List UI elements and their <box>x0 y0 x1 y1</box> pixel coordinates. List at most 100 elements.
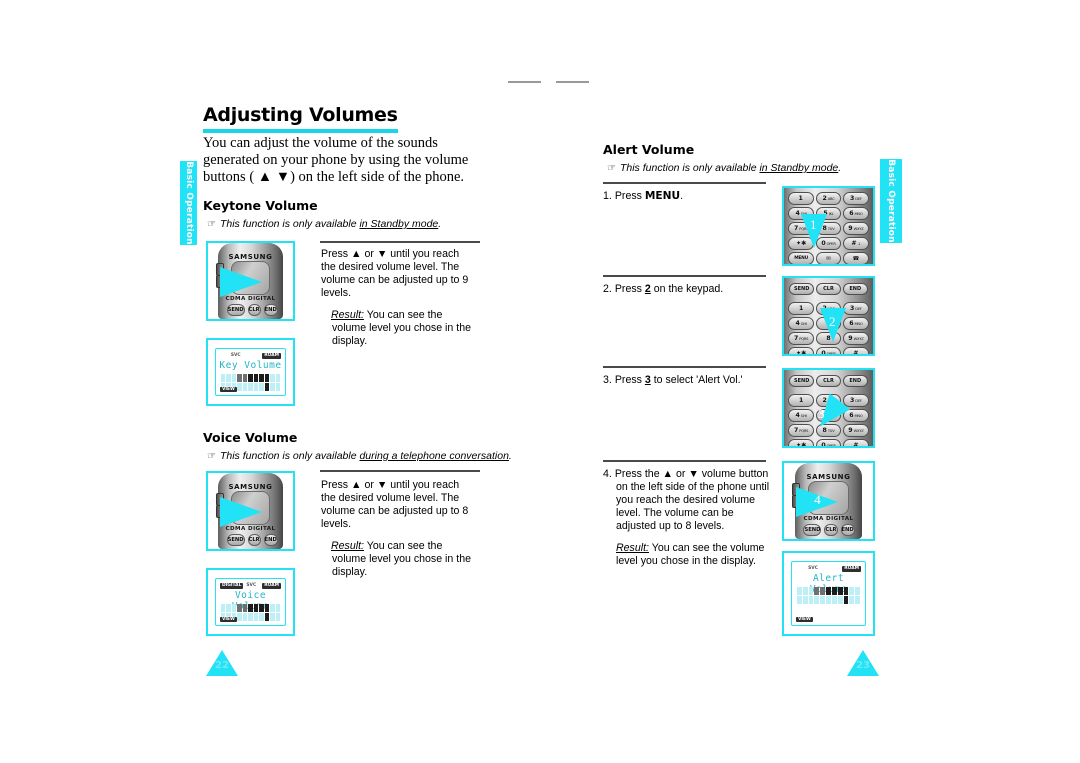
keypad-key-2: 2 ABC <box>815 192 842 205</box>
lcd-status-svc: SVC <box>246 583 257 588</box>
phone-key-send: SEND <box>226 303 245 316</box>
keypad-key-3: 3 DEF <box>843 192 869 205</box>
keypad-key-letters: WXYZ <box>853 226 864 231</box>
lcd-bar-cell <box>275 383 280 391</box>
keypad-key-clr: CLR <box>816 375 841 387</box>
phone-key-clr: CLR <box>247 533 261 546</box>
step-4-number: 4. <box>603 468 612 480</box>
lcd-bar-cell <box>259 383 264 391</box>
keypad-key-letters: DEF <box>855 306 862 311</box>
keypad-key-star: ✦✱ <box>788 347 814 354</box>
figure-step-3-keypad: SEND CLR END 1 2 ABC 3 DEF 4 GHI 5 6 MNO 7 PQ… <box>782 368 875 448</box>
keypad-top-row: SEND CLR END <box>789 283 868 295</box>
lcd-bar-cell <box>231 374 237 382</box>
divider-step-4 <box>603 460 766 462</box>
lcd-bar-cell <box>259 374 264 382</box>
keypad-key-phone: ☎ <box>843 252 869 264</box>
divider-step-1 <box>603 182 766 184</box>
figure-step-2-keypad: SEND CLR END 1 2 ABC 3 DEF 4 GHI 5 6 MNO 7 PQ… <box>782 276 875 356</box>
keypad-key-star: ✦✱ <box>788 439 814 446</box>
side-tab-right: Basic Operation <box>880 159 902 243</box>
keypad-key-digit: 1 <box>798 305 804 312</box>
page-title: Adjusting Volumes <box>203 104 398 133</box>
lcd-bar-cell <box>226 604 231 612</box>
step-2-post: on the keypad. <box>650 283 724 295</box>
phone-key-end: END <box>263 533 278 546</box>
phone-brand: SAMSUNG <box>806 472 851 481</box>
page-number-right-value: 23 <box>856 660 870 671</box>
keypad-key-letters: MNO <box>854 413 863 418</box>
note-keytone-suffix: . <box>438 218 442 230</box>
lcd-bar-cell <box>826 596 831 604</box>
keypad-key-letters: OPER <box>826 351 836 356</box>
keypad-key-letters: OPER <box>826 241 836 246</box>
step-1: 1. Press MENU. <box>603 190 773 203</box>
page-number-left: 22 <box>206 650 238 676</box>
lcd-bar-cell <box>253 613 259 621</box>
keypad-illustration: 1 2 ABC 3 DEF 4 GHI 5 JKL 6 MNO 7 PQRS 8 TUV 9W… <box>784 188 873 264</box>
lcd-bar-cell <box>849 587 855 595</box>
lcd-screen: SVC ROAM Alert Volume VIEW <box>791 561 866 626</box>
lcd-bar-cell <box>264 374 270 382</box>
keypad-key-label: ☎ <box>852 255 860 262</box>
keypad-key-letters: ↓ <box>857 241 861 246</box>
keypad-key-letters: PQRS <box>799 336 809 341</box>
keypad-key-digit: 7 <box>793 335 799 342</box>
note-keytone-underlined: in Standby mode <box>359 218 439 230</box>
lcd-status-bar: DIGITAL SVC ROAM <box>220 582 281 589</box>
intro-paragraph: You can adjust the volume of the sounds … <box>203 135 469 185</box>
lcd-bar-cell <box>808 596 814 604</box>
lcd-bar-cell <box>802 587 808 595</box>
keypad-key-digit: 7 <box>793 427 799 434</box>
keypad-key-digit: 1 <box>798 397 804 404</box>
keypad-key-letters: PQRS <box>799 428 809 433</box>
instruction-keytone-text: Press ▲ or ▼ until you reach the desired… <box>321 248 469 299</box>
keypad-key-message: ✉ <box>815 252 842 264</box>
keypad-key-3: 3 DEF <box>843 302 869 315</box>
callout-number-step-4: 4 <box>814 491 821 507</box>
step-3: 3. Press 3 to select 'Alert Vol.' <box>603 374 773 387</box>
pointing-hand-icon: ☞ <box>607 163 616 174</box>
lcd-bar-cell <box>275 613 280 621</box>
keypad-key-send: SEND <box>789 283 815 295</box>
phone-key-end: END <box>840 523 855 536</box>
figure-step-1-keypad: 1 2 ABC 3 DEF 4 GHI 5 JKL 6 MNO 7 PQRS 8 TUV 9W… <box>782 186 875 266</box>
instruction-keytone: Press ▲ or ▼ until you reach the desired… <box>321 248 473 348</box>
result-keytone-label: Result: <box>331 309 364 321</box>
lcd-bar-cell <box>826 587 831 595</box>
phone-key-row: SEND CLR END <box>803 523 855 536</box>
keypad-key-4: 4 GHI <box>788 409 814 422</box>
keypad-key-digit: # <box>851 240 857 247</box>
keypad-key-9: 9 WXYZ <box>843 222 869 235</box>
side-tab-right-label: Basic Operation <box>886 159 896 243</box>
lcd-bar-cell <box>237 374 242 382</box>
keypad-key-letters: TUV <box>827 226 835 231</box>
note-keytone-prefix: This function is only available <box>219 218 360 230</box>
keypad-key-letters: WXYZ <box>853 336 864 341</box>
note-alert: ☞ This function is only available in Stan… <box>607 162 841 174</box>
lcd-bar-cell <box>264 383 270 391</box>
keypad-key-digit: 3 <box>849 305 855 312</box>
keypad-key-letters: GHI <box>800 413 807 418</box>
keypad-key-letters: MNO <box>854 211 863 216</box>
result-keytone: Result: You can see the volume level you… <box>321 309 473 348</box>
callout-number-step-1: 1 <box>810 217 817 232</box>
lcd-softkey: VIEW <box>220 387 237 392</box>
lcd-bar-cell <box>259 613 264 621</box>
step-3-post: to select 'Alert Vol.' <box>650 374 743 386</box>
lcd-bar-cell <box>242 613 248 621</box>
step-3-number: 3. <box>603 374 612 386</box>
keypad-key-0: 0 OPER <box>815 439 842 446</box>
callout-arrow-step-4: 4 <box>796 486 839 517</box>
lcd-bar-cell <box>253 604 259 612</box>
keypad-key-letters: DEF <box>855 398 862 403</box>
step-1-number: 1. <box>603 190 612 202</box>
lcd-status-svc: SVC <box>230 353 241 358</box>
keypad-key-clr: CLR <box>816 283 841 295</box>
divider-step-2 <box>603 275 766 277</box>
figure-alert-lcd: SVC ROAM Alert Volume VIEW <box>782 551 875 636</box>
callout-number-step-3: 3 <box>818 406 825 421</box>
lcd-bar-cell <box>855 587 860 595</box>
lcd-bar-cell <box>259 604 264 612</box>
phone-key-row: SEND CLR END <box>226 303 278 316</box>
